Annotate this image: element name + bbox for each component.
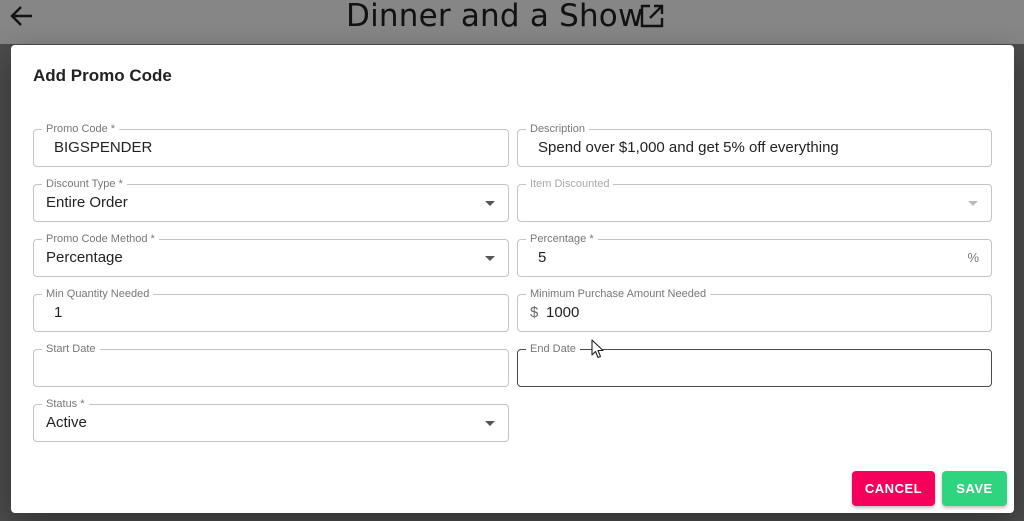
min-purchase-label: Minimum Purchase Amount Needed [526, 287, 711, 301]
percent-suffix: % [967, 250, 979, 265]
dollar-prefix: $ [530, 304, 539, 321]
mouse-cursor-icon [591, 339, 604, 359]
dialog-title: Add Promo Code [33, 66, 172, 85]
save-button[interactable]: SAVE [942, 471, 1007, 506]
status-select[interactable]: Status * Active [33, 397, 509, 442]
status-label: Status * [42, 397, 89, 411]
promo-code-field[interactable]: Promo Code * BIGSPENDER [33, 122, 509, 167]
add-promo-code-dialog: Add Promo Code Promo Code * BIGSPENDER D… [11, 45, 1014, 513]
discount-type-value: Entire Order [46, 194, 128, 211]
min-quantity-value: 1 [54, 304, 63, 321]
end-date-label: End Date [526, 342, 580, 356]
chevron-down-icon [968, 201, 978, 206]
description-value: Spend over $1,000 and get 5% off everyth… [538, 139, 839, 156]
min-quantity-label: Min Quantity Needed [42, 287, 154, 301]
description-field[interactable]: Description Spend over $1,000 and get 5%… [517, 122, 992, 167]
percentage-label: Percentage * [526, 232, 598, 246]
discount-type-select[interactable]: Discount Type * Entire Order [33, 177, 509, 222]
min-purchase-value: 1000 [546, 304, 580, 321]
min-purchase-field[interactable]: Minimum Purchase Amount Needed $ 1000 [517, 287, 992, 332]
start-date-label: Start Date [42, 342, 100, 356]
description-label: Description [526, 122, 590, 136]
start-date-field[interactable]: Start Date [33, 342, 509, 387]
percentage-field[interactable]: Percentage * 5 % [517, 232, 992, 277]
chevron-down-icon [485, 256, 495, 261]
chevron-down-icon [485, 201, 495, 206]
status-value: Active [46, 414, 87, 431]
promo-code-label: Promo Code * [42, 122, 120, 136]
promo-code-method-label: Promo Code Method * [42, 232, 159, 246]
discount-type-label: Discount Type * [42, 177, 127, 191]
cancel-button[interactable]: CANCEL [852, 471, 935, 506]
min-quantity-field[interactable]: Min Quantity Needed 1 [33, 287, 509, 332]
percentage-value: 5 [538, 249, 547, 266]
promo-code-method-select[interactable]: Promo Code Method * Percentage [33, 232, 509, 277]
promo-code-method-value: Percentage [46, 249, 123, 266]
end-date-field[interactable]: End Date [517, 342, 992, 387]
promo-code-value: BIGSPENDER [54, 139, 153, 156]
item-discounted-label: Item Discounted [526, 177, 614, 191]
chevron-down-icon [485, 421, 495, 426]
item-discounted-select[interactable]: Item Discounted [517, 177, 992, 222]
